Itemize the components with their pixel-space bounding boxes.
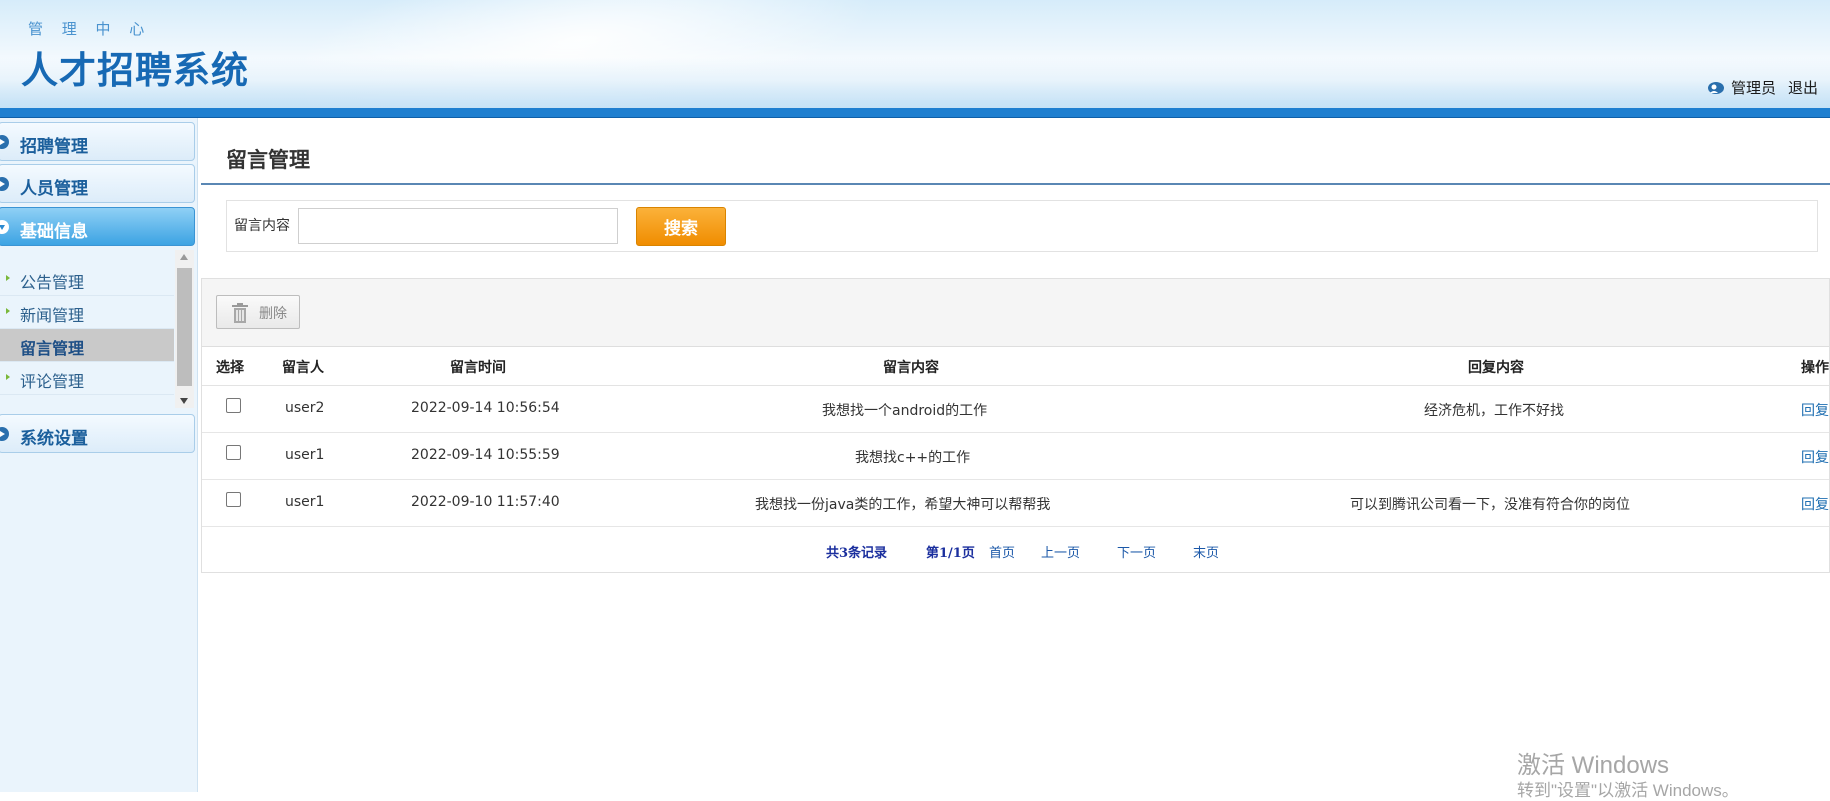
cell-reply: 经济危机，工作不好找 bbox=[1424, 403, 1564, 419]
pager-last-link[interactable]: 末页 bbox=[1193, 542, 1219, 561]
menu-personnel[interactable]: 人员管理 bbox=[0, 164, 195, 203]
reply-link[interactable]: 回复 bbox=[1801, 447, 1829, 467]
search-panel: 留言内容 搜索 bbox=[226, 200, 1818, 252]
delete-button[interactable]: 删除 bbox=[216, 295, 300, 329]
sidebar-item-notices[interactable]: 公告管理 bbox=[0, 263, 174, 296]
table-row: user1 2022-09-14 10:55:59 我想找c++的工作 回复 bbox=[202, 433, 1829, 480]
sidebar-item-label: 评论管理 bbox=[20, 372, 85, 391]
arrow-right-icon bbox=[0, 427, 9, 441]
arrow-right-icon bbox=[0, 135, 9, 149]
bullet-icon bbox=[6, 374, 10, 380]
cell-time: 2022-09-10 11:57:40 bbox=[411, 494, 560, 510]
message-grid: 删除 选择 留言人 留言时间 留言内容 回复内容 操作 user2 2022-0… bbox=[201, 278, 1830, 573]
brand-subtitle: 管 理 中 心 bbox=[28, 20, 152, 38]
row-checkbox[interactable] bbox=[226, 492, 241, 507]
pager-first-link[interactable]: 首页 bbox=[989, 542, 1015, 561]
page-title: 留言管理 bbox=[226, 148, 310, 172]
sidebar-item-news[interactable]: 新闻管理 bbox=[0, 296, 174, 329]
menu-recruitment[interactable]: 招聘管理 bbox=[0, 122, 195, 161]
bullet-icon bbox=[6, 275, 10, 281]
column-header: 操作 bbox=[1801, 360, 1829, 376]
current-user: 管理员 bbox=[1730, 79, 1776, 97]
column-header: 留言时间 bbox=[450, 360, 506, 376]
sidebar-item-label: 留言管理 bbox=[20, 339, 85, 358]
sidebar-item-label: 公告管理 bbox=[20, 273, 85, 292]
cell-reply: 可以到腾讯公司看一下，没准有符合你的岗位 bbox=[1350, 497, 1630, 513]
brand-title: 人才招聘系统 bbox=[21, 49, 249, 92]
cell-user: user1 bbox=[285, 494, 325, 510]
header-bar bbox=[0, 108, 1830, 118]
delete-label: 删除 bbox=[259, 306, 287, 322]
cell-user: user1 bbox=[285, 447, 325, 463]
menu-system-settings[interactable]: 系统设置 bbox=[0, 414, 195, 453]
table-row: user2 2022-09-14 10:56:54 我想找一个android的工… bbox=[202, 386, 1829, 433]
cell-user: user2 bbox=[285, 400, 325, 416]
column-header: 留言内容 bbox=[883, 360, 939, 376]
user-area: 管理员 退出 bbox=[1707, 77, 1818, 98]
bullet-icon bbox=[6, 308, 10, 314]
search-label: 留言内容 bbox=[234, 218, 290, 234]
sidebar-item-comments[interactable]: 评论管理 bbox=[0, 362, 174, 395]
cell-content: 我想找一个android的工作 bbox=[822, 403, 988, 419]
submenu-scrollbar[interactable] bbox=[175, 250, 194, 408]
menu-label: 招聘管理 bbox=[20, 137, 88, 157]
search-button[interactable]: 搜索 bbox=[636, 207, 726, 246]
pager-page: 第1/1页 bbox=[926, 546, 975, 561]
arrow-right-icon bbox=[0, 177, 9, 191]
header: 管 理 中 心 人才招聘系统 管理员 退出 bbox=[0, 0, 1830, 108]
grid-toolbar: 删除 bbox=[202, 279, 1829, 347]
submenu-basic-info: 公告管理 新闻管理 留言管理 评论管理 bbox=[0, 250, 196, 410]
menu-label: 人员管理 bbox=[20, 179, 88, 199]
sidebar-item-label: 新闻管理 bbox=[20, 306, 85, 325]
scroll-up-icon[interactable] bbox=[180, 254, 188, 260]
scroll-down-icon[interactable] bbox=[180, 398, 188, 404]
cell-time: 2022-09-14 10:56:54 bbox=[411, 400, 560, 416]
cell-content: 我想找c++的工作 bbox=[855, 450, 971, 466]
pager-total: 共3条记录 bbox=[826, 546, 888, 561]
table-row: user1 2022-09-10 11:57:40 我想找一份java类的工作，… bbox=[202, 480, 1829, 527]
pagination: 共3条记录 第1/1页 首页 上一页 下一页 末页 bbox=[202, 529, 1829, 573]
cell-time: 2022-09-14 10:55:59 bbox=[411, 447, 560, 463]
reply-link[interactable]: 回复 bbox=[1801, 494, 1829, 514]
row-checkbox[interactable] bbox=[226, 445, 241, 460]
scroll-thumb[interactable] bbox=[177, 268, 192, 386]
logout-link[interactable]: 退出 bbox=[1788, 77, 1818, 98]
activation-watermark: 激活 Windows bbox=[1517, 752, 1670, 779]
menu-label: 系统设置 bbox=[20, 429, 88, 449]
menu-label: 基础信息 bbox=[20, 222, 88, 242]
menu-basic-info[interactable]: 基础信息 bbox=[0, 207, 195, 246]
column-header: 选择 bbox=[216, 360, 244, 376]
row-checkbox[interactable] bbox=[226, 398, 241, 413]
search-input[interactable] bbox=[298, 208, 618, 244]
activation-watermark-sub: 转到"设置"以激活 Windows。 bbox=[1517, 781, 1739, 800]
title-divider bbox=[201, 183, 1830, 185]
pager-prev-link[interactable]: 上一页 bbox=[1041, 542, 1080, 561]
pager-next-link[interactable]: 下一页 bbox=[1117, 542, 1156, 561]
column-header: 留言人 bbox=[282, 360, 324, 376]
arrow-down-icon bbox=[0, 220, 9, 234]
column-header: 回复内容 bbox=[1468, 360, 1524, 376]
cell-content: 我想找一份java类的工作，希望大神可以帮帮我 bbox=[755, 497, 1051, 513]
reply-link[interactable]: 回复 bbox=[1801, 400, 1829, 420]
table-header: 选择 留言人 留言时间 留言内容 回复内容 操作 bbox=[202, 347, 1829, 386]
sidebar-item-messages[interactable]: 留言管理 bbox=[0, 329, 174, 362]
trash-icon bbox=[231, 303, 249, 323]
user-icon bbox=[1707, 81, 1725, 95]
